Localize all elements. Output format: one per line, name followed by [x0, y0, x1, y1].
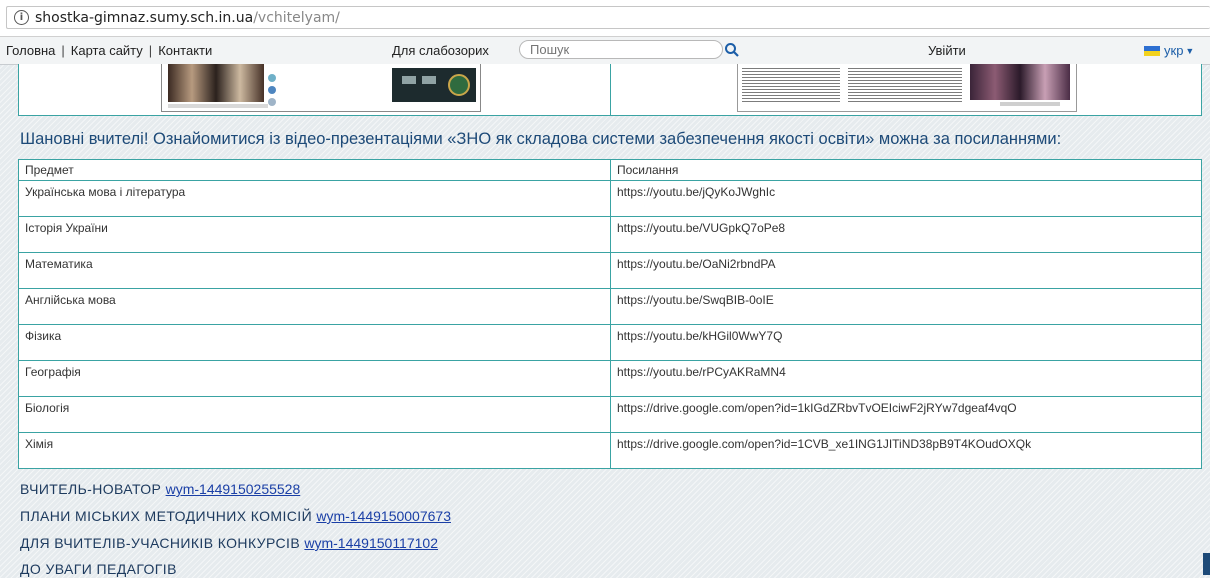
table-row: Фізика https://youtu.be/kHGil0WwY7Q [18, 324, 1202, 361]
search-input[interactable] [519, 40, 723, 59]
section-link[interactable]: wym-1449150117102 [304, 535, 438, 551]
section-teachers-attention: ДО УВАГИ ПЕДАГОГІВ [20, 561, 177, 577]
section-innovator-teacher: ВЧИТЕЛЬ-НОВАТОР wym-1449150255528 [20, 481, 300, 497]
link-cell[interactable]: https://youtu.be/jQyKoJWghIc [610, 180, 1202, 217]
section-link[interactable]: wym-1449150255528 [166, 481, 301, 497]
emblem-icon [448, 74, 470, 96]
url-path: /vchitelyam/ [253, 9, 340, 26]
subject-cell: Математика [18, 252, 611, 289]
table-row: Українська мова і література https://you… [18, 180, 1202, 217]
link-cell[interactable]: https://youtu.be/rPCyAKRaMN4 [610, 360, 1202, 397]
teachers-announcement: Шановні вчителі! Ознайомитися із відео-п… [20, 130, 1062, 148]
section-methodical-commissions: ПЛАНИ МІСЬКИХ МЕТОДИЧНИХ КОМІСІЙ wym-144… [20, 508, 451, 524]
link-cell[interactable]: https://youtu.be/OaNi2rbndPA [610, 252, 1202, 289]
event-photo [970, 64, 1070, 100]
info-icon[interactable]: i [14, 10, 29, 25]
nav-separator: | [61, 43, 65, 58]
link-cell[interactable]: https://youtu.be/VUGpkQ7oPe8 [610, 216, 1202, 253]
site-nav: Головна | Карта сайту | Контакти Для сла… [0, 37, 1210, 65]
building-photo [392, 68, 476, 102]
login-link[interactable]: Увійти [928, 43, 966, 58]
subject-cell: Біологія [18, 396, 611, 433]
section-title: ПЛАНИ МІСЬКИХ МЕТОДИЧНИХ КОМІСІЙ [20, 508, 313, 524]
link-cell[interactable]: https://youtu.be/kHGil0WwY7Q [610, 324, 1202, 361]
subject-cell: Фізика [18, 324, 611, 361]
ukraine-flag-icon [1144, 45, 1160, 56]
language-label: укр [1164, 43, 1184, 58]
article-text [742, 68, 840, 104]
email-icon [268, 86, 276, 94]
link-cell[interactable]: https://drive.google.com/open?id=1CVB_xe… [610, 432, 1202, 469]
table-row: Біологія https://drive.google.com/open?i… [18, 396, 1202, 433]
language-selector[interactable]: укр ▼ [1144, 43, 1194, 58]
article-text [848, 68, 962, 104]
link-cell[interactable]: https://youtu.be/SwqBIB-0oIE [610, 288, 1202, 325]
nav-home-link[interactable]: Головна [6, 43, 55, 58]
subject-cell: Історія України [18, 216, 611, 253]
table-row: Англійська мова https://youtu.be/SwqBIB-… [18, 288, 1202, 325]
nav-separator: | [148, 43, 153, 58]
section-title: ДО УВАГИ ПЕДАГОГІВ [20, 561, 177, 577]
visually-impaired-link[interactable]: Для слабозорих [392, 43, 489, 58]
section-title: ДЛЯ ВЧИТЕЛІВ-УЧАСНИКІВ КОНКУРСІВ [20, 535, 301, 551]
subject-cell: Географія [18, 360, 611, 397]
column-divider [610, 64, 611, 116]
address-bar: i shostka-gimnaz.sumy.sch.in.ua/vchitely… [0, 0, 1210, 37]
nav-links: Головна | Карта сайту | Контакти [6, 43, 212, 58]
subject-cell: Англійська мова [18, 288, 611, 325]
table-header-row: Предмет Посилання [18, 159, 1202, 181]
url-field[interactable]: i shostka-gimnaz.sumy.sch.in.ua/vchitely… [6, 6, 1210, 29]
subject-cell: Хімія [18, 432, 611, 469]
web-icon [268, 98, 276, 106]
phone-icon [268, 74, 276, 82]
group-photo [168, 64, 264, 102]
table-row: Математика https://youtu.be/OaNi2rbndPA [18, 252, 1202, 289]
link-cell[interactable]: https://drive.google.com/open?id=1kIGdZR… [610, 396, 1202, 433]
section-title: ВЧИТЕЛЬ-НОВАТОР [20, 481, 162, 497]
table-row: Географія https://youtu.be/rPCyAKRaMN4 [18, 360, 1202, 397]
section-contest-teachers: ДЛЯ ВЧИТЕЛІВ-УЧАСНИКІВ КОНКУРСІВ wym-144… [20, 535, 438, 551]
table-row: Хімія https://drive.google.com/open?id=1… [18, 432, 1202, 469]
link-column-header: Посилання [610, 159, 1202, 181]
chevron-down-icon: ▼ [1185, 45, 1195, 56]
image-strip [18, 64, 1202, 116]
presentation-links-table: Предмет Посилання Українська мова і літе… [18, 159, 1202, 469]
gymnasium-info-image[interactable] [161, 64, 481, 112]
search-icon[interactable] [724, 42, 740, 58]
search-box [519, 40, 723, 59]
photo-caption [168, 104, 268, 108]
newspaper-image[interactable] [737, 64, 1077, 112]
subject-cell: Українська мова і література [18, 180, 611, 217]
nav-contacts-link[interactable]: Контакти [158, 43, 212, 58]
url-host: shostka-gimnaz.sumy.sch.in.ua [35, 9, 254, 26]
scroll-to-top-button[interactable] [1203, 553, 1210, 575]
section-link[interactable]: wym-1449150007673 [316, 508, 451, 524]
photo-caption [1000, 102, 1060, 106]
nav-sitemap-link[interactable]: Карта сайту [71, 43, 143, 58]
table-row: Історія України https://youtu.be/VUGpkQ7… [18, 216, 1202, 253]
subject-column-header: Предмет [18, 159, 611, 181]
